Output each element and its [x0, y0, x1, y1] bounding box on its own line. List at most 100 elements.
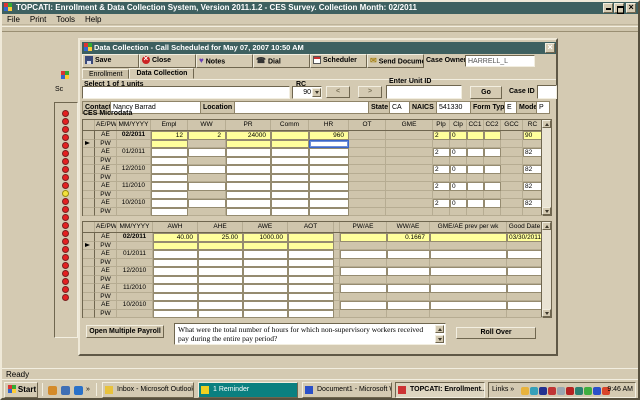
cell-aot[interactable] — [288, 310, 334, 319]
row-selector[interactable] — [83, 242, 95, 251]
cell-ahe[interactable] — [198, 250, 243, 259]
links-toolbar[interactable]: Links — [492, 386, 508, 393]
cell-comm[interactable] — [271, 157, 309, 166]
cell-empl[interactable]: 12 — [151, 131, 188, 140]
cell-ww[interactable] — [188, 165, 226, 174]
menu-item-tools[interactable]: Tools — [56, 15, 75, 24]
cell-pwae[interactable] — [340, 301, 387, 310]
tray-icon-1[interactable] — [521, 387, 529, 395]
cell-awh[interactable] — [153, 284, 198, 293]
cell-ahe[interactable] — [198, 267, 243, 276]
quick-launch-icon-1[interactable] — [48, 386, 57, 395]
cell-comm[interactable] — [271, 174, 309, 183]
tray-icon-5[interactable] — [557, 387, 565, 395]
maximize-icon[interactable] — [614, 3, 624, 13]
status-dot[interactable] — [62, 142, 69, 149]
cell-clp[interactable]: 0 — [450, 165, 467, 174]
cell-wwae[interactable] — [387, 267, 430, 276]
tray-icon-3[interactable] — [539, 387, 547, 395]
menu-item-file[interactable]: File — [7, 15, 20, 24]
cell-cc2[interactable] — [484, 199, 501, 208]
cell-wwae[interactable] — [387, 301, 430, 310]
status-dot[interactable] — [62, 230, 69, 237]
next-unit-button[interactable]: > — [358, 86, 382, 98]
row-selector[interactable] — [83, 174, 95, 183]
cell-gmeae[interactable] — [430, 250, 507, 259]
dialog-close-icon[interactable]: × — [545, 43, 555, 53]
cell-ahe[interactable] — [198, 293, 243, 302]
cell-comm[interactable] — [271, 165, 309, 174]
row-selector[interactable] — [83, 208, 95, 217]
scroll-up-icon[interactable] — [542, 222, 551, 230]
quick-launch-overflow-icon[interactable]: » — [86, 386, 90, 393]
cell-awh[interactable] — [153, 310, 198, 319]
cell-aot[interactable] — [288, 293, 334, 302]
cell-ahe[interactable] — [198, 276, 243, 285]
cell-awe[interactable] — [243, 284, 288, 293]
cell-cc1[interactable] — [467, 182, 484, 191]
close-button[interactable]: Close — [139, 54, 196, 68]
cell-ww[interactable] — [188, 199, 226, 208]
cell-pwae[interactable] — [340, 250, 387, 259]
cell-rc[interactable]: 82 — [523, 182, 543, 191]
cell-empl[interactable] — [151, 182, 188, 191]
question-text-box[interactable]: What were the total number of hours for … — [174, 323, 446, 345]
cell-hr[interactable] — [309, 191, 349, 200]
cell-aot[interactable] — [288, 276, 334, 285]
cell-awh[interactable] — [153, 242, 198, 251]
unit-select-combo[interactable] — [82, 86, 290, 99]
cell-comm[interactable] — [271, 131, 309, 140]
cell-empl[interactable] — [151, 174, 188, 183]
tray-icon-2[interactable] — [530, 387, 538, 395]
tray-icon-8[interactable] — [584, 387, 592, 395]
rc-combo[interactable]: 90 — [292, 86, 322, 99]
cell-wwae[interactable]: 0.1667 — [387, 233, 430, 242]
cell-ahe[interactable]: 25.00 — [198, 233, 243, 242]
cell-ww[interactable]: 2 — [188, 131, 226, 140]
scroll-down-icon[interactable] — [542, 207, 551, 215]
cell-awh[interactable] — [153, 259, 198, 268]
cell-awh[interactable] — [153, 276, 198, 285]
row-selector[interactable] — [83, 140, 95, 149]
cell-wwae[interactable] — [387, 284, 430, 293]
cell-rc[interactable]: 82 — [523, 165, 543, 174]
dial-button[interactable]: Dial — [253, 54, 310, 68]
task-button-2[interactable]: 1 Reminder — [198, 382, 298, 398]
cell-clp[interactable]: 0 — [450, 148, 467, 157]
cell-aot[interactable] — [288, 284, 334, 293]
status-dot[interactable] — [62, 198, 69, 205]
rc-dropdown-icon[interactable] — [312, 88, 321, 97]
cell-empl[interactable] — [151, 148, 188, 157]
scheduler-button[interactable]: Scheduler — [310, 54, 367, 68]
cell-pr[interactable] — [226, 165, 271, 174]
send-document-button[interactable]: Send Document — [367, 54, 424, 68]
cell-pwae[interactable] — [340, 284, 387, 293]
cell-awe[interactable] — [243, 267, 288, 276]
cell-plp[interactable]: 2 — [433, 165, 450, 174]
cell-empl[interactable] — [151, 157, 188, 166]
cell-hr[interactable] — [309, 174, 349, 183]
cell-pr[interactable] — [226, 140, 271, 149]
menu-item-print[interactable]: Print — [30, 15, 46, 24]
cell-ahe[interactable] — [198, 310, 243, 319]
row-selector[interactable] — [83, 250, 95, 259]
cell-plp[interactable]: 2 — [433, 182, 450, 191]
cell-gmeae[interactable] — [430, 267, 507, 276]
tray-icon-9[interactable] — [593, 387, 601, 395]
cell-ww[interactable] — [188, 148, 226, 157]
cell-pwae[interactable] — [340, 233, 387, 242]
tray-icon-6[interactable] — [566, 387, 574, 395]
status-dot[interactable] — [62, 286, 69, 293]
cell-aot[interactable] — [288, 250, 334, 259]
row-selector[interactable] — [83, 165, 95, 174]
tab-data-collection[interactable]: Data Collection — [129, 68, 194, 79]
question-scroll-down-icon[interactable] — [435, 335, 444, 343]
cell-hr[interactable] — [309, 199, 349, 208]
cell-aot[interactable] — [288, 242, 334, 251]
status-dot[interactable] — [62, 110, 69, 117]
cell-empl[interactable] — [151, 140, 188, 149]
question-scroll-up-icon[interactable] — [435, 325, 444, 333]
task-button-1[interactable]: Inbox - Microsoft Outlook. — [102, 382, 194, 398]
cell-awh[interactable] — [153, 293, 198, 302]
cell-good[interactable] — [507, 250, 543, 259]
